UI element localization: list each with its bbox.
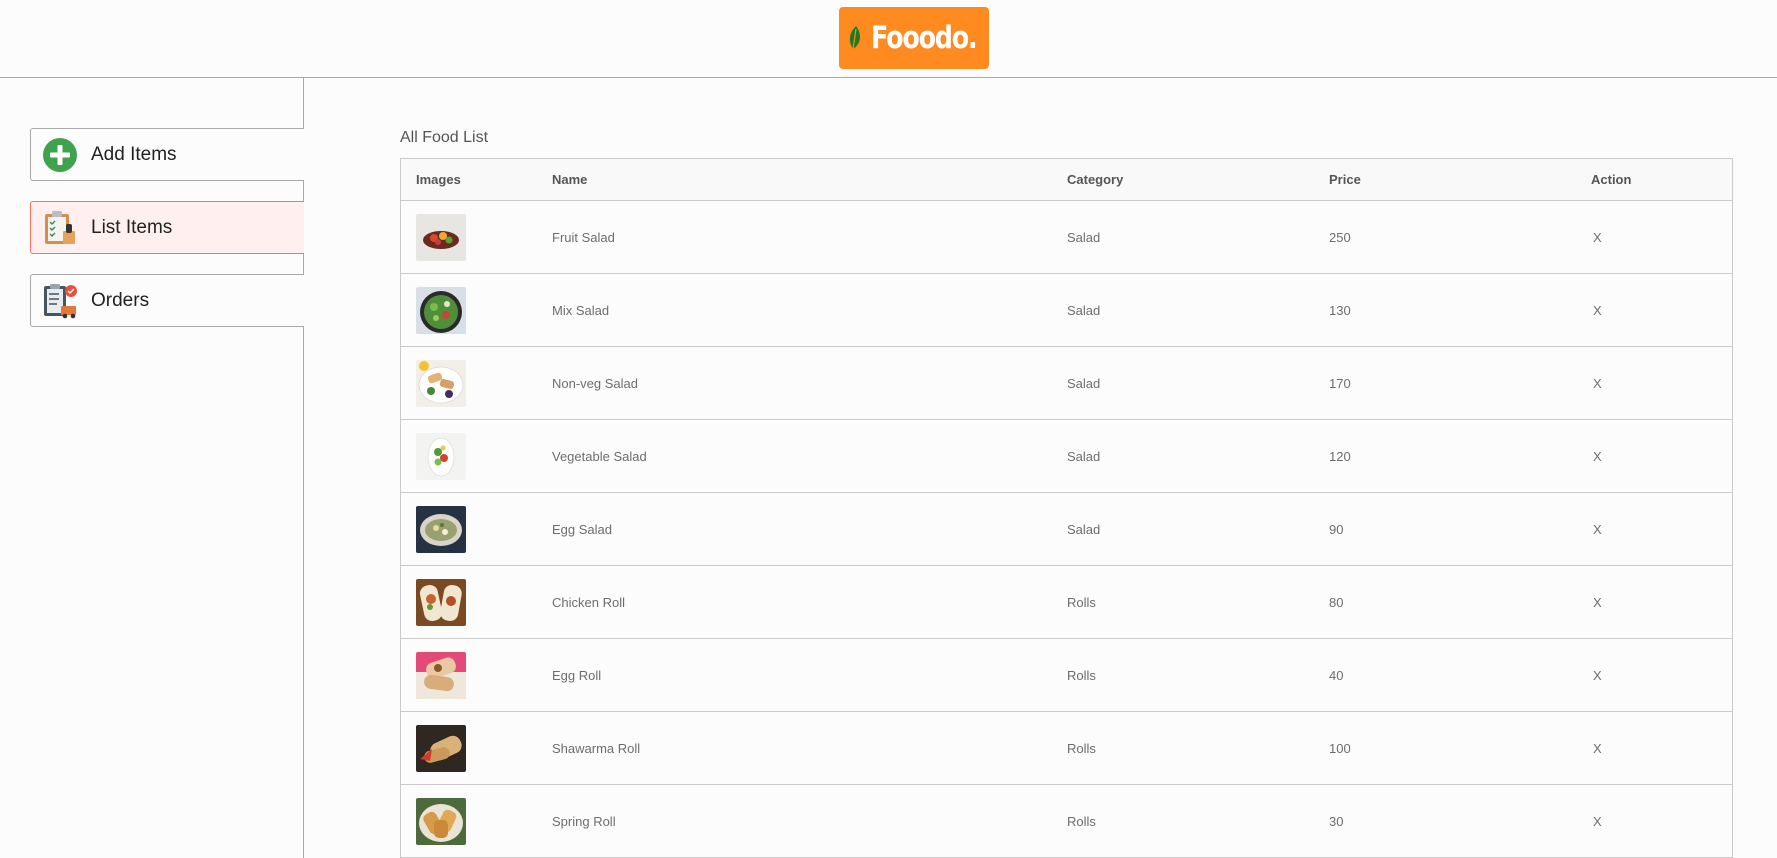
table-row: Fruit Salad Salad 250 X — [401, 201, 1732, 274]
food-name: Egg Salad — [552, 521, 612, 537]
remove-item-button[interactable]: X — [1591, 668, 1717, 683]
food-price: 90 — [1329, 521, 1344, 537]
remove-item-button[interactable]: X — [1591, 595, 1717, 610]
table-row: Egg Roll Rolls 40 X — [401, 639, 1732, 712]
food-price: 250 — [1329, 229, 1351, 245]
mix-salad-image — [416, 286, 466, 334]
food-category: Salad — [1067, 448, 1101, 464]
food-name: Spring Roll — [552, 813, 616, 829]
remove-item-button[interactable]: X — [1591, 230, 1717, 245]
food-name: Chicken Roll — [552, 594, 625, 610]
leaf-icon — [849, 26, 860, 50]
food-category: Salad — [1067, 302, 1101, 318]
food-name: Egg Roll — [552, 667, 602, 683]
food-category: Salad — [1067, 229, 1101, 245]
food-category: Salad — [1067, 521, 1101, 537]
column-header-images: Images — [416, 172, 461, 187]
food-price: 30 — [1329, 813, 1344, 829]
remove-item-button[interactable]: X — [1591, 449, 1717, 464]
fruit-salad-image — [416, 213, 466, 261]
navbar: Fooodo. — [0, 0, 1777, 78]
food-price: 80 — [1329, 594, 1344, 610]
food-price: 120 — [1329, 448, 1351, 464]
food-price: 100 — [1329, 740, 1351, 756]
clipboard-list-icon — [41, 209, 79, 247]
remove-item-button[interactable]: X — [1591, 522, 1717, 537]
table-row: Chicken Roll Rolls 80 X — [401, 566, 1732, 639]
sidebar-item-label: Orders — [91, 289, 150, 311]
table-row: Mix Salad Salad 130 X — [401, 274, 1732, 347]
food-category: Rolls — [1067, 667, 1096, 683]
food-table: Images Name Category Price Action Fruit … — [400, 158, 1733, 858]
sidebar-item-add-items[interactable]: Add Items — [30, 128, 304, 181]
table-row: Shawarma Roll Rolls 100 X — [401, 712, 1732, 785]
table-row: Vegetable Salad Salad 120 X — [401, 420, 1732, 493]
chicken-roll-image — [416, 578, 466, 626]
add-circle-icon — [41, 136, 79, 174]
sidebar: Add Items List Items Orders — [0, 78, 304, 858]
table-header: Images Name Category Price Action — [401, 159, 1732, 201]
food-name: Mix Salad — [552, 302, 610, 318]
remove-item-button[interactable]: X — [1591, 376, 1717, 391]
food-category: Rolls — [1067, 740, 1096, 756]
sidebar-item-list-items[interactable]: List Items — [30, 201, 304, 254]
egg-salad-image — [416, 505, 466, 553]
column-header-name: Name — [552, 172, 588, 187]
food-list-panel: All Food List Images Name Category Price… — [400, 129, 1735, 858]
column-header-category: Category — [1067, 172, 1124, 187]
food-price: 40 — [1329, 667, 1344, 683]
food-name: Vegetable Salad — [552, 448, 647, 464]
table-row: Non-veg Salad Salad 170 X — [401, 347, 1732, 420]
table-row: Spring Roll Rolls 30 X — [401, 785, 1732, 858]
food-category: Salad — [1067, 375, 1101, 391]
food-price: 170 — [1329, 375, 1351, 391]
remove-item-button[interactable]: X — [1591, 303, 1717, 318]
page-title: All Food List — [400, 129, 489, 146]
food-name: Non-veg Salad — [552, 375, 638, 391]
brand-logo[interactable]: Fooodo. — [839, 7, 989, 69]
sidebar-item-label: List Items — [91, 216, 173, 238]
column-header-price: Price — [1329, 172, 1361, 187]
food-name: Fruit Salad — [552, 229, 615, 245]
remove-item-button[interactable]: X — [1591, 814, 1717, 829]
orders-icon — [41, 282, 79, 320]
column-header-action: Action — [1591, 172, 1632, 187]
table-row: Egg Salad Salad 90 X — [401, 493, 1732, 566]
food-category: Rolls — [1067, 594, 1096, 610]
brand-name: Fooodo. — [870, 20, 978, 56]
vegetable-salad-image — [416, 432, 466, 480]
sidebar-item-label: Add Items — [91, 143, 177, 165]
food-category: Rolls — [1067, 813, 1096, 829]
spring-roll-image — [416, 797, 466, 845]
shawarma-roll-image — [416, 724, 466, 772]
sidebar-item-orders[interactable]: Orders — [30, 274, 304, 327]
food-price: 130 — [1329, 302, 1351, 318]
food-name: Shawarma Roll — [552, 740, 641, 756]
remove-item-button[interactable]: X — [1591, 741, 1717, 756]
egg-roll-image — [416, 651, 466, 699]
non-veg-salad-image — [416, 359, 466, 407]
